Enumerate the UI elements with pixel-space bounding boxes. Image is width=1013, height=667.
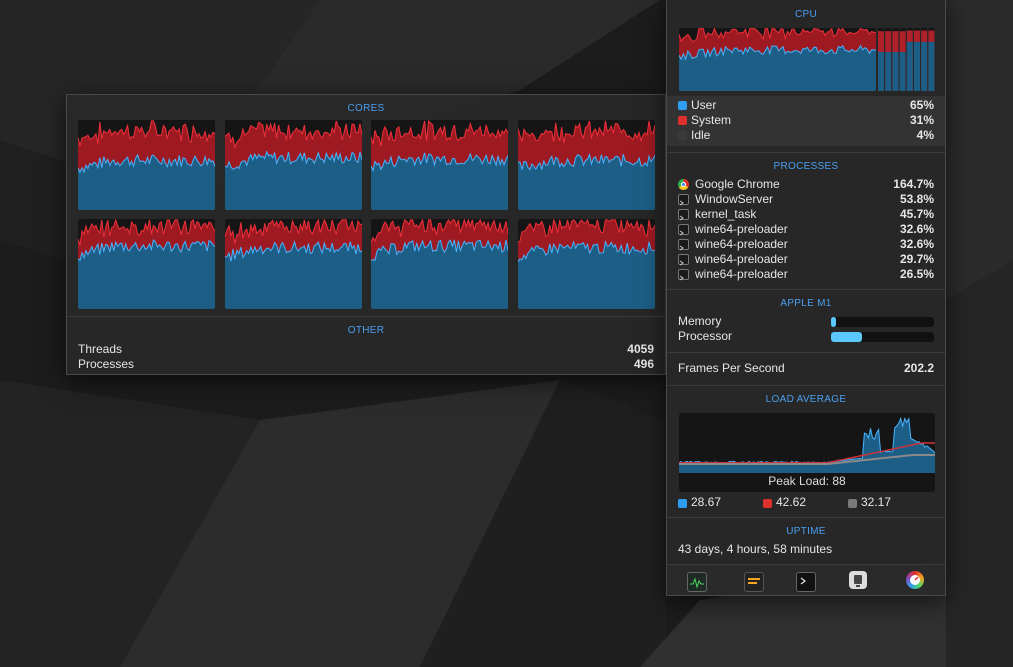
gpu-processor-label: Processor	[678, 329, 733, 343]
gpu-processor-bar	[831, 332, 934, 342]
fps-value: 202.2	[903, 361, 934, 375]
terminal-icon	[678, 224, 689, 236]
process-cpu-value: 26.5%	[899, 267, 934, 281]
core-graph-7	[371, 219, 508, 309]
process-name: wine64-preloader	[695, 267, 788, 281]
gpu-memory-label: Memory	[678, 314, 722, 328]
gpu-title: APPLE M1	[780, 298, 832, 309]
legend-value: 4%	[916, 128, 934, 142]
legend-label: System	[691, 113, 732, 127]
process-row[interactable]: kernel_task 45.7%	[667, 207, 945, 222]
processes-title: PROCESSES	[773, 161, 839, 172]
chrome-icon	[678, 179, 689, 190]
user-usage-area	[371, 239, 508, 309]
process-name: wine64-preloader	[695, 237, 788, 251]
load-value: 28.67	[691, 495, 722, 509]
legend-swatch	[678, 131, 687, 140]
terminal-icon	[678, 239, 689, 251]
core-graph-4	[517, 120, 655, 210]
console-icon[interactable]	[744, 572, 764, 592]
process-row[interactable]: wine64-preloader 32.6%	[667, 222, 945, 237]
process-cpu-value: 45.7%	[899, 207, 934, 221]
gpu-memory-bar-fill	[831, 317, 837, 327]
legend-label: User	[691, 98, 717, 112]
other-title: OTHER	[347, 325, 385, 336]
core-graph-8	[517, 219, 655, 309]
process-name: wine64-preloader	[695, 222, 788, 236]
load-value: 32.17	[861, 495, 892, 509]
divider	[667, 385, 945, 386]
process-row[interactable]: wine64-preloader 26.5%	[667, 267, 945, 282]
core-bar-user	[914, 41, 920, 91]
peak-load-label: Peak Load: 88	[768, 474, 846, 488]
core-bar-user	[878, 51, 884, 91]
core-graph-1	[78, 120, 215, 210]
uptime-value: 43 days, 4 hours, 58 minutes	[678, 542, 833, 556]
process-cpu-value: 29.7%	[899, 252, 934, 266]
terminal-icon	[678, 254, 689, 266]
load-value: 42.62	[776, 495, 807, 509]
divider	[667, 152, 945, 153]
core-bar-user	[899, 51, 906, 91]
threads-label: Threads	[78, 342, 123, 356]
cores-title: CORES	[347, 103, 385, 114]
cpu-title: CPU	[794, 9, 817, 20]
uptime-title: UPTIME	[786, 526, 826, 537]
istat-dropdown-panel: CPU User 65% System 31% Idle 4% PROCESSES Goo…	[666, 0, 946, 596]
processes-value: 496	[633, 357, 654, 371]
process-name: Google Chrome	[695, 177, 780, 191]
terminal-icon[interactable]	[796, 572, 816, 592]
activity-monitor-icon[interactable]	[687, 572, 707, 592]
process-cpu-value: 32.6%	[899, 237, 934, 251]
divider	[67, 316, 665, 317]
load-average-graph: Peak Load: 88	[679, 413, 935, 492]
fps-label: Frames Per Second	[678, 361, 785, 375]
cores-panel: CORES OTHER Threads 4059 Processes 496	[66, 94, 666, 375]
process-row[interactable]: wine64-preloader 32.6%	[667, 237, 945, 252]
app-shortcut-bar	[667, 565, 945, 595]
gpu-memory-bar	[831, 317, 934, 327]
process-name: kernel_task	[695, 207, 757, 221]
process-name: wine64-preloader	[695, 252, 788, 266]
processes-label: Processes	[78, 357, 135, 371]
terminal-icon	[678, 194, 689, 206]
load-title: LOAD AVERAGE	[765, 394, 847, 405]
cpu-core-bars	[878, 28, 936, 91]
divider	[667, 289, 945, 290]
cpu-history-graph	[679, 28, 876, 91]
load-swatch	[678, 499, 687, 508]
divider	[667, 352, 945, 353]
load-swatch	[763, 499, 772, 508]
core-bar-user	[906, 41, 913, 91]
user-usage-area	[517, 241, 655, 309]
core-graph-3	[371, 120, 508, 210]
core-bar-user	[921, 41, 928, 91]
core-graph-2	[224, 120, 362, 210]
legend-value: 65%	[909, 98, 934, 112]
process-cpu-value: 53.8%	[899, 192, 934, 206]
process-cpu-value: 32.6%	[899, 222, 934, 236]
process-row[interactable]: wine64-preloader 29.7%	[667, 252, 945, 267]
legend-swatch	[678, 101, 687, 110]
threads-value: 4059	[627, 342, 654, 356]
core-bar-user	[892, 51, 899, 91]
core-graph-5	[78, 219, 215, 309]
load-swatch	[848, 499, 857, 508]
divider	[667, 517, 945, 518]
core-bar-user	[928, 41, 935, 91]
process-row[interactable]: Google Chrome 164.7%	[667, 177, 945, 192]
gpu-processor-bar-fill	[831, 332, 862, 342]
process-cpu-value: 164.7%	[893, 177, 934, 191]
legend-value: 31%	[909, 113, 934, 127]
legend-swatch	[678, 116, 687, 125]
system-information-icon[interactable]	[849, 571, 867, 589]
process-row[interactable]: WindowServer 53.8%	[667, 192, 945, 207]
terminal-icon	[678, 269, 689, 281]
terminal-icon	[678, 209, 689, 221]
core-graph-6	[224, 219, 362, 309]
istat-menus-icon[interactable]	[906, 571, 924, 589]
process-name: WindowServer	[695, 192, 774, 206]
legend-label: Idle	[691, 128, 711, 142]
core-bar-user	[885, 51, 892, 91]
